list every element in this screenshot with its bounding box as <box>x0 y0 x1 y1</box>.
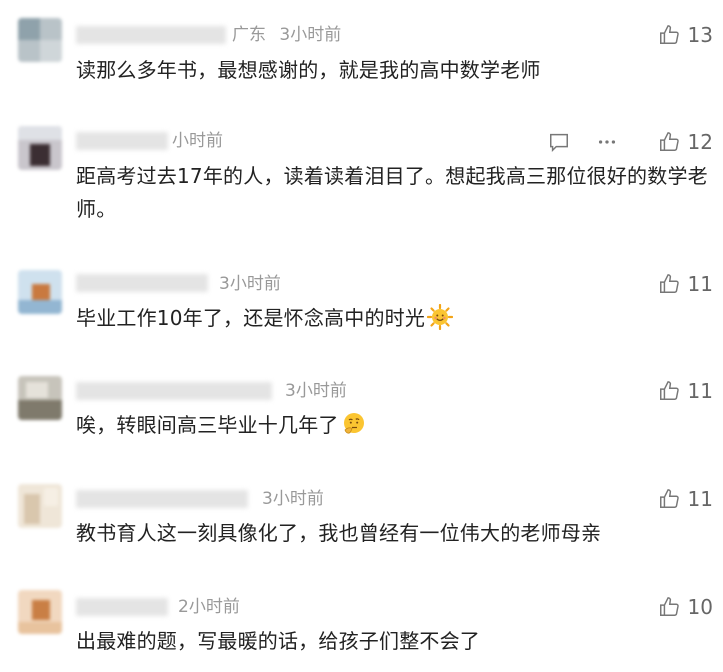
thumb-up-icon <box>659 381 679 400</box>
like-button[interactable]: 11 <box>658 273 713 295</box>
comment-meta: 3小时前 <box>262 489 324 509</box>
comment-meta: 3小时前 <box>285 381 347 401</box>
avatar[interactable] <box>18 270 62 314</box>
comment-time: 3小时前 <box>219 274 281 294</box>
comment-actions <box>548 131 618 153</box>
comment-meta: 3小时前 <box>219 274 281 294</box>
like-button[interactable]: 11 <box>658 380 713 402</box>
comment-bubble-icon[interactable] <box>548 131 570 153</box>
username-blurred[interactable] <box>76 274 208 292</box>
comment-time: 3小时前 <box>262 489 324 509</box>
comment-text: 距高考过去17年的人，读着读着泪目了。想起我高三那位很好的数学老师。 <box>76 164 708 221</box>
comment-text-row: 唉，转眼间高三毕业十几年了 <box>76 409 716 442</box>
comment-text: 教书育人这一刻具像化了，我也曾经有一位伟大的老师母亲 <box>76 521 602 545</box>
thinking-face-emoji <box>343 413 364 434</box>
avatar[interactable] <box>18 484 62 528</box>
avatar[interactable] <box>18 376 62 420</box>
like-button[interactable]: 10 <box>658 596 713 618</box>
username-blurred[interactable] <box>76 598 168 616</box>
like-count: 10 <box>687 595 713 619</box>
comment-text: 唉，转眼间高三毕业十几年了 <box>76 413 339 437</box>
more-dots-icon[interactable] <box>596 131 618 153</box>
like-count: 12 <box>687 130 713 154</box>
comment-text-row: 毕业工作10年了，还是怀念高中的时光 <box>76 302 716 335</box>
avatar[interactable] <box>18 590 62 634</box>
comment-meta: 2小时前 <box>178 597 240 617</box>
thumb-up-icon <box>659 489 679 508</box>
username-blurred[interactable] <box>76 490 248 508</box>
comment-text: 毕业工作10年了，还是怀念高中的时光 <box>76 306 426 330</box>
thumb-up-icon <box>659 597 679 616</box>
sun-face-emoji <box>427 304 454 330</box>
avatar[interactable] <box>18 18 62 62</box>
username-blurred[interactable] <box>76 382 272 400</box>
avatar[interactable] <box>18 126 62 170</box>
comment-text: 出最难的题，写最暖的话，给孩子们整不会了 <box>76 629 480 653</box>
thumb-up-icon <box>659 274 679 293</box>
username-blurred[interactable] <box>76 26 226 44</box>
like-button[interactable]: 12 <box>658 131 713 153</box>
like-button[interactable]: 11 <box>658 488 713 510</box>
thumb-up-icon <box>659 25 679 44</box>
like-count: 11 <box>687 379 713 403</box>
comment-meta: 广东 3小时前 <box>232 25 341 45</box>
comment-time: 3小时前 <box>279 25 342 45</box>
comment-text: 读那么多年书，最想感谢的，就是我的高中数学老师 <box>76 58 541 82</box>
like-count: 13 <box>687 23 713 47</box>
like-count: 11 <box>687 487 713 511</box>
comment-time: 2小时前 <box>178 597 240 617</box>
like-button[interactable]: 13 <box>658 24 713 46</box>
comment-meta: 小时前 <box>172 131 223 151</box>
comment-time: 3小时前 <box>285 381 347 401</box>
like-count: 11 <box>687 272 713 296</box>
comment-time: 小时前 <box>172 131 223 151</box>
thumb-up-icon <box>659 132 679 151</box>
username-blurred[interactable] <box>76 132 168 150</box>
comment-location: 广东 <box>232 25 266 45</box>
